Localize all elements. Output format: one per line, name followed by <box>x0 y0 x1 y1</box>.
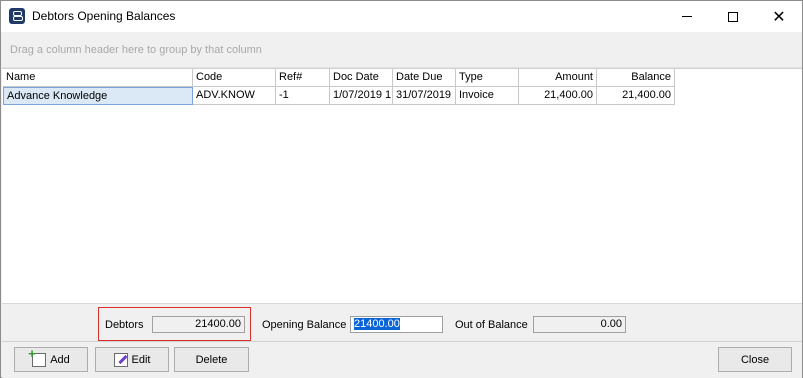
window-title: Debtors Opening Balances <box>32 9 176 23</box>
column-header-amount[interactable]: Amount <box>519 69 597 87</box>
column-header-type[interactable]: Type <box>456 69 519 87</box>
opening-balance-label: Opening Balance <box>262 319 347 331</box>
column-header-name[interactable]: Name <box>3 69 193 87</box>
close-button[interactable]: Close <box>718 347 792 372</box>
cell-date-due[interactable]: 31/07/2019 <box>393 87 456 105</box>
group-by-panel[interactable]: Drag a column header here to group by th… <box>2 32 802 68</box>
column-header-doc-date[interactable]: Doc Date <box>330 69 393 87</box>
out-of-balance-label: Out of Balance <box>455 319 528 331</box>
table-row[interactable]: Advance Knowledge ADV.KNOW -1 1/07/2019 … <box>3 87 675 105</box>
add-icon <box>28 346 47 367</box>
opening-balance-field[interactable]: 21400.00 <box>350 316 443 333</box>
delete-button[interactable]: Delete <box>174 347 249 372</box>
close-icon: ✕ <box>772 6 786 26</box>
maximize-icon <box>728 11 738 22</box>
cell-amount[interactable]: 21,400.00 <box>519 87 597 105</box>
edit-button-label: Edit <box>131 353 151 366</box>
column-header-date-due[interactable]: Date Due <box>393 69 456 87</box>
grid-header: Name Code Ref# Doc Date Date Due Type Am… <box>3 69 675 87</box>
minimize-button[interactable] <box>664 1 710 32</box>
button-bar: Add Edit Delete Close <box>2 341 802 378</box>
edit-icon <box>113 352 128 367</box>
cell-code[interactable]: ADV.KNOW <box>193 87 276 105</box>
column-header-code[interactable]: Code <box>193 69 276 87</box>
debtors-label: Debtors <box>105 319 144 331</box>
cell-name[interactable]: Advance Knowledge <box>3 87 193 105</box>
cell-type[interactable]: Invoice <box>456 87 519 105</box>
out-of-balance-field: 0.00 <box>533 316 626 333</box>
balances-grid: Name Code Ref# Doc Date Date Due Type Am… <box>2 68 802 303</box>
column-header-ref[interactable]: Ref# <box>276 69 330 87</box>
opening-balance-value: 21400.00 <box>354 318 400 330</box>
app-logo-icon <box>9 8 25 24</box>
cell-ref[interactable]: -1 <box>276 87 330 105</box>
add-button[interactable]: Add <box>14 346 88 372</box>
debtors-field: 21400.00 <box>152 316 245 333</box>
group-by-hint: Drag a column header here to group by th… <box>10 44 262 56</box>
minimize-icon <box>682 16 692 17</box>
close-window-button[interactable]: ✕ <box>756 1 802 32</box>
close-button-label: Close <box>740 353 770 366</box>
maximize-button[interactable] <box>710 1 756 32</box>
add-button-label: Add <box>50 353 70 366</box>
column-header-balance[interactable]: Balance <box>597 69 675 87</box>
edit-button[interactable]: Edit <box>95 347 169 372</box>
delete-button-label: Delete <box>195 353 228 366</box>
debtors-opening-balances-window: Debtors Opening Balances ✕ Drag a column… <box>0 0 803 378</box>
cell-doc-date[interactable]: 1/07/2019 1 <box>330 87 393 105</box>
cell-balance[interactable]: 21,400.00 <box>597 87 675 105</box>
title-bar: Debtors Opening Balances ✕ <box>1 1 802 32</box>
totals-panel: Debtors 21400.00 Opening Balance 21400.0… <box>2 303 802 341</box>
